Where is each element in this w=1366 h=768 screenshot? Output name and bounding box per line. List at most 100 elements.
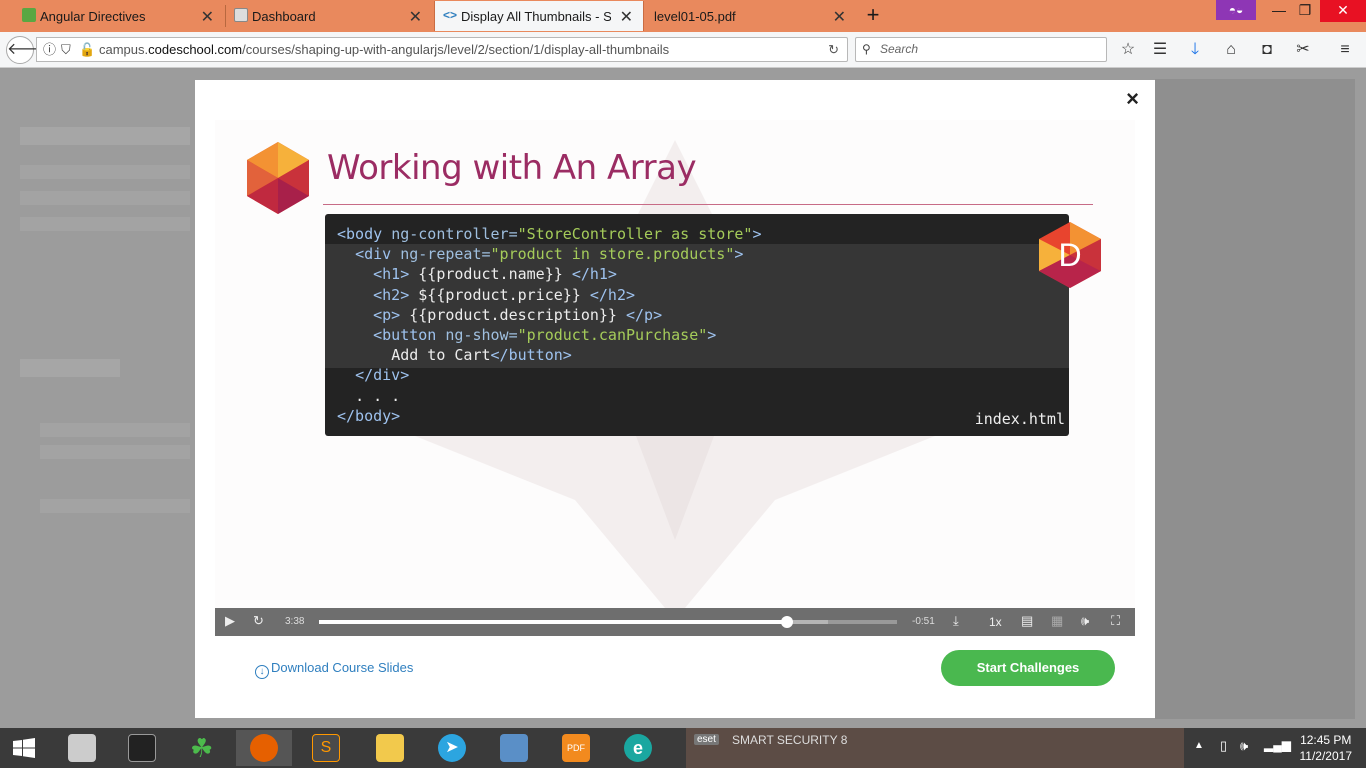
show-hidden-icons-icon[interactable]: ▲	[1194, 740, 1204, 751]
fullscreen-icon[interactable]: ⛶	[1111, 613, 1120, 629]
app-sketch-icon	[68, 734, 96, 762]
menu-icon[interactable]: ≡	[1334, 40, 1356, 62]
svg-text:D: D	[1058, 237, 1081, 273]
code-line: <p> {{product.description}} </p>	[373, 305, 663, 324]
video-modal: × Working with An Array <body ng-control…	[195, 80, 1155, 718]
restore-button[interactable]: ❐	[1288, 0, 1322, 22]
code-line: Add to Cart</button>	[391, 346, 572, 365]
home-icon[interactable]: ⌂	[1220, 40, 1242, 62]
bookmark-star-icon[interactable]: ☆	[1117, 40, 1139, 62]
modal-close-button[interactable]: ×	[1126, 86, 1139, 112]
tab-level01-pdf[interactable]: level01-05.pdf ✕	[646, 1, 856, 31]
captions-icon[interactable]: ▤	[1021, 613, 1033, 629]
clock-date: 11/2/2017	[1299, 749, 1353, 763]
dashboard-favicon-icon	[234, 8, 248, 22]
insecure-lock-icon[interactable]: 🔓	[79, 38, 95, 61]
code-line: . . .	[355, 386, 401, 405]
background-task-text	[40, 423, 190, 437]
download-video-icon[interactable]: ⤓	[953, 613, 959, 629]
tab-bar: Angular Directives ✕ Dashboard ✕ <> Disp…	[0, 0, 1366, 32]
background-task-heading	[20, 359, 120, 377]
close-tab-icon[interactable]: ✕	[409, 7, 422, 27]
folder-icon	[376, 734, 404, 762]
video-player[interactable]: Working with An Array <body ng-controlle…	[215, 120, 1135, 636]
background-heading	[20, 127, 190, 145]
code-line: </body>	[337, 406, 401, 425]
slide-title: Working with An Array	[327, 148, 697, 188]
url-bar[interactable]: ⓘ ⛉ 🔓 campus.codeschool.com/courses/shap…	[36, 37, 848, 62]
clock[interactable]: 12:45 PM 11/2/2017	[1300, 732, 1353, 764]
search-icon: ⚲	[862, 42, 871, 56]
tab-label: level01-05.pdf	[654, 8, 736, 24]
eset-icon: e	[624, 734, 652, 762]
taskbar-app-clover[interactable]: ☘	[176, 730, 232, 766]
search-input[interactable]: ⚲ Search	[855, 37, 1107, 62]
code-line: <h2> ${{product.price}} </h2>	[373, 285, 636, 304]
pocket-icon[interactable]: ◘	[1256, 40, 1278, 62]
tab-dashboard[interactable]: Dashboard ✕	[226, 1, 432, 31]
seek-bar[interactable]	[319, 616, 897, 628]
download-circle-icon: ↓	[255, 665, 269, 679]
new-tab-button[interactable]: +	[862, 2, 884, 28]
back-button[interactable]: 🡐	[6, 36, 50, 64]
angular-favicon-icon	[22, 8, 36, 22]
code-favicon-icon: <>	[443, 8, 458, 22]
title-divider	[323, 204, 1093, 205]
url-text[interactable]: campus.codeschool.com/courses/shaping-up…	[99, 38, 669, 61]
replay-icon[interactable]: ↻	[253, 613, 264, 629]
battery-icon[interactable]: ▯	[1220, 738, 1227, 754]
progress-bar	[319, 620, 788, 624]
code-line: <button ng-show="product.canPurchase">	[373, 326, 717, 344]
volume-icon[interactable]: 🕪	[1081, 613, 1089, 629]
seek-handle[interactable]	[781, 616, 794, 628]
background-paragraph	[20, 191, 190, 205]
eset-preview[interactable]: eset SMART SECURITY 8	[686, 728, 1184, 768]
taskbar-app-eset[interactable]: e	[610, 730, 666, 766]
windows-start-icon[interactable]	[0, 728, 48, 768]
network-icon[interactable]: ▂▄▆	[1264, 738, 1291, 752]
tab-label: Display All Thumbnails - Sha	[461, 8, 611, 24]
close-tab-icon[interactable]: ✕	[620, 7, 633, 27]
file-name: index.html	[974, 410, 1065, 428]
close-tab-icon[interactable]: ✕	[201, 7, 214, 27]
tab-label: Angular Directives	[40, 8, 146, 24]
firefox-icon	[250, 734, 278, 762]
reload-icon[interactable]: ↻	[828, 38, 839, 61]
remaining-time: -0:51	[912, 616, 935, 627]
taskbar: ☘ S ➤ PDF e eset SMART SECURITY 8 ▲ ▯ 🕪 …	[0, 728, 1366, 768]
volume-tray-icon[interactable]: 🕪	[1240, 738, 1248, 754]
start-challenges-button[interactable]: Start Challenges	[941, 650, 1115, 686]
taskbar-app-photos[interactable]	[486, 730, 542, 766]
eset-label: SMART SECURITY 8	[732, 733, 848, 747]
taskbar-app-pdf[interactable]: PDF	[548, 730, 604, 766]
download-icon[interactable]: 🡓	[1184, 40, 1206, 62]
video-controls: ▶ ↻ 3:38 -0:51 ⤓ 1x ▤ ▦ 🕪 ⛶	[215, 608, 1135, 636]
eset-logo: eset	[694, 734, 719, 745]
taskbar-app-firefox[interactable]	[236, 730, 292, 766]
sublime-icon: S	[312, 734, 340, 762]
background-panel	[1155, 79, 1355, 719]
shield-icon[interactable]: ⛉	[61, 38, 71, 61]
extension-icon[interactable]: ✂	[1292, 40, 1314, 62]
taskbar-app-explorer[interactable]	[362, 730, 418, 766]
taskbar-app-telegram[interactable]: ➤	[424, 730, 480, 766]
playback-speed[interactable]: 1x	[989, 615, 1002, 629]
clover-icon: ☘	[190, 733, 214, 763]
elapsed-time: 3:38	[285, 616, 305, 627]
reader-view-icon[interactable]: ☰	[1149, 40, 1171, 62]
tab-display-all-thumbnails[interactable]: <> Display All Thumbnails - Sha ✕	[434, 1, 644, 31]
tab-angular-directives[interactable]: Angular Directives ✕	[14, 1, 224, 31]
taskbar-app-sketch[interactable]	[54, 730, 110, 766]
gem-logo-icon	[247, 142, 309, 214]
close-tab-icon[interactable]: ✕	[833, 7, 846, 27]
taskbar-app-sublime[interactable]: S	[298, 730, 354, 766]
play-icon[interactable]: ▶	[225, 613, 235, 629]
download-slides-link[interactable]: ↓ Download Course Slides	[255, 660, 413, 679]
hd-icon[interactable]: ▦	[1051, 613, 1063, 629]
system-tray: ▲ ▯ 🕪 ▂▄▆ 12:45 PM 11/2/2017	[1186, 728, 1366, 768]
window-close-button[interactable]: ✕	[1320, 0, 1366, 22]
taskbar-app-djrazor[interactable]	[114, 730, 170, 766]
code-block: <body ng-controller="StoreController as …	[325, 214, 1069, 436]
info-icon[interactable]: ⓘ	[43, 38, 56, 61]
code-line: <div ng-repeat="product in store.product…	[355, 245, 744, 264]
